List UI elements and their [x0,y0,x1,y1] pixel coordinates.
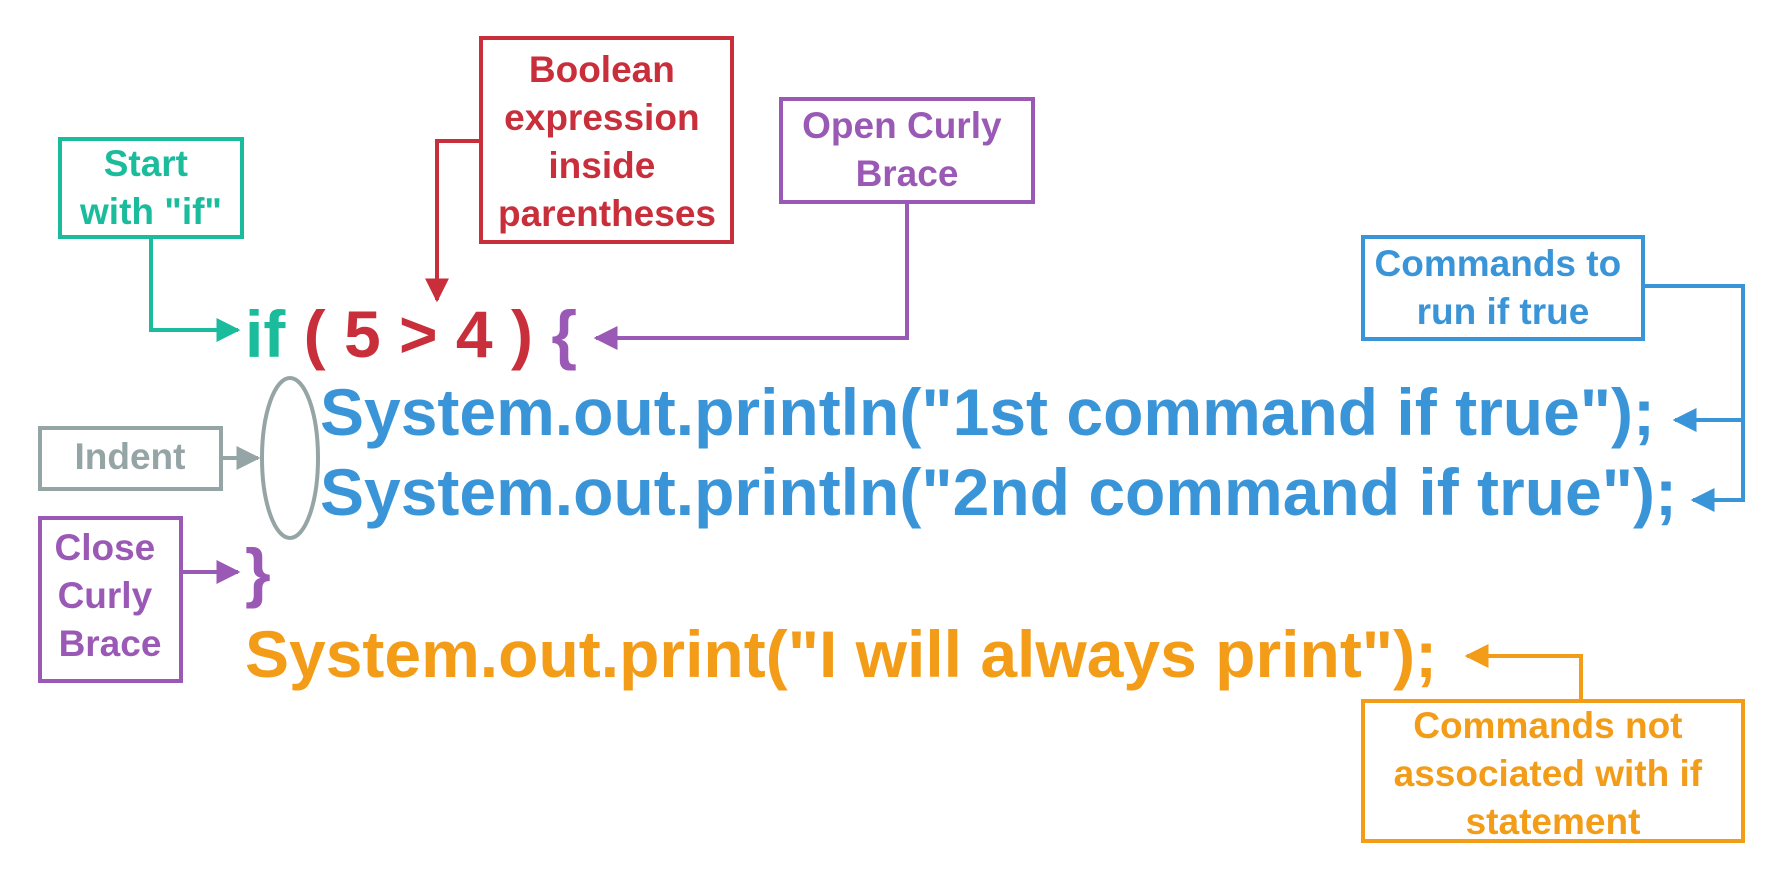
callout-start-if-line: with "if" [79,191,222,232]
callout-commands-true: Commands to run if true [1361,235,1645,341]
callout-not-associated-line: statement [1466,801,1641,842]
code-statement-after: System.out.print("I will always print"); [245,617,1437,691]
callout-not-associated: Commands not associated with if statemen… [1361,699,1745,843]
code-close-paren: ) [511,297,533,371]
callout-not-associated-text: Commands not associated with if statemen… [1394,705,1713,842]
callout-close-brace-text: Close Curly Brace [54,527,165,664]
callout-indent-line: Indent [75,436,186,477]
callout-boolean-expression-line: parentheses [498,193,716,234]
callout-not-associated-line: associated with if [1394,753,1703,794]
callout-open-brace: Open Curly Brace [779,97,1035,204]
callout-commands-true-line: run if true [1417,291,1590,332]
code-condition: 5 > 4 [344,297,493,371]
callout-boolean-expression-line: inside [548,145,655,186]
callout-boolean-expression-line: Boolean [529,49,675,90]
callout-commands-true-text: Commands to run if true [1375,243,1632,332]
code-if-line: if ( 5 > 4 ) { [245,297,577,371]
callout-close-brace-line: Curly [58,575,153,616]
if-statement-diagram: Start with "if" Boolean expression insid… [38,36,1745,843]
callout-boolean-expression: Boolean expression inside parentheses [479,36,734,244]
indent-ellipse [260,376,320,540]
callout-indent: Indent [38,426,223,491]
code-open-paren: ( [304,297,326,371]
callout-open-brace-line: Brace [856,153,959,194]
callout-close-brace-line: Brace [59,623,162,664]
arrow-not-associated [1464,644,1583,699]
callout-not-associated-line: Commands not [1413,705,1682,746]
callout-indent-text: Indent [75,436,186,477]
callout-close-brace-line: Close [54,527,155,568]
callout-start-if-line: Start [104,143,188,184]
callout-boolean-expression-text: Boolean expression inside parentheses [498,49,716,234]
callout-boolean-expression-line: expression [504,97,699,138]
callout-close-brace: Close Curly Brace [38,516,183,683]
code-close-brace: } [245,535,271,609]
arrow-boolean-expression [425,139,481,303]
callout-start-if-text: Start with "if" [79,143,222,232]
code-if-keyword: if [245,297,286,371]
callout-open-brace-text: Open Curly Brace [802,105,1012,194]
callout-commands-true-line: Commands to [1375,243,1622,284]
code-statement-1: System.out.println("1st command if true"… [320,375,1655,449]
code-statement-2: System.out.println("2nd command if true"… [320,455,1677,529]
arrow-start-if [149,239,241,342]
callout-open-brace-line: Open Curly [802,105,1002,146]
callout-start-if: Start with "if" [58,137,244,239]
code-open-brace: { [551,297,577,371]
